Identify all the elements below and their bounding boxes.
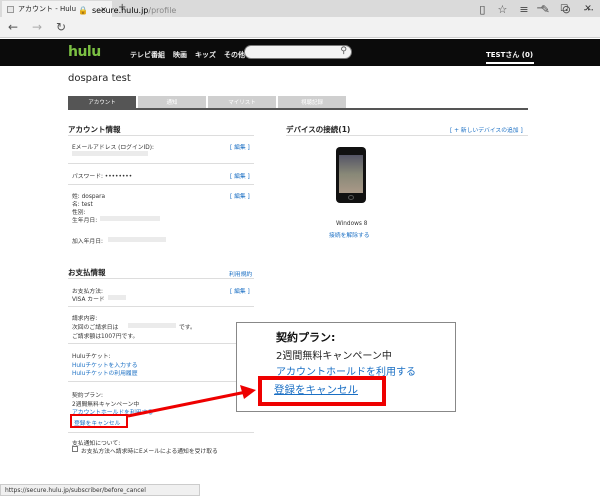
user-underline [486,62,534,64]
address-bar[interactable]: 🔒 secure.hulu.jp/profile [78,3,438,18]
email-value [72,151,148,156]
divider [68,184,254,185]
hulu-logo[interactable]: hulu [68,44,101,60]
url-host: secure.hulu.jp [91,6,149,15]
joined-row: 加入年月日: [72,239,103,245]
tab-notifications[interactable]: 通知 [138,96,206,108]
callout-cancel-link[interactable]: 登録をキャンセル [274,382,358,397]
notify-checkbox-label: お支払方法へ請求時にEメールによる通知を受け取る [81,449,218,455]
divider [68,306,254,307]
terms-link[interactable]: 利用規約 [229,269,252,278]
tab-mylist[interactable]: マイリスト [208,96,276,108]
ticket-history-link[interactable]: Huluチケットの利用履歴 [72,368,138,377]
favorite-star-icon[interactable]: ☆ [497,3,507,16]
browser-toolbar: ▯ ☆ ≡ ✎ ⊙ ⋯ [479,3,594,16]
search-icon[interactable]: ⚲ [340,46,347,56]
email-label: Eメールアドレス (ログインID): [72,145,154,151]
account-info-heading: アカウント情報 [68,125,121,134]
billing-heading: お支払情報 [68,268,106,277]
unlink-device-link[interactable]: 接続を解除する [329,230,370,239]
billing-amount-text: ご請求額は1007円です。 [72,334,139,340]
page-icon [7,5,14,13]
nav-other[interactable]: その他 [224,50,245,60]
main-nav: テレビ番組 映画 キッズ その他 [130,50,245,60]
web-note-icon[interactable]: ✎ [541,3,550,16]
next-billing-text: 次回のご請求日は [72,325,119,331]
birthdate-row: 生年月日: [72,218,98,224]
tab-title: アカウント - Hulu [18,5,77,13]
account-tabs: アカウント 通知 マイリスト 視聴記録 [68,96,346,108]
divider [68,163,254,164]
forward-icon[interactable]: → [32,20,42,34]
edit-profile-link[interactable]: [ 編集 ] [230,191,250,200]
ticket-label: Huluチケット: [72,354,111,360]
divider [286,135,528,136]
status-bar-url: https://secure.hulu.jp/subscriber/before… [0,484,200,496]
payment-method-value: VISA カード [72,297,105,303]
edit-email-link[interactable]: [ 編集 ] [230,142,250,151]
user-menu[interactable]: TESTさん (0) [486,50,533,60]
edit-password-link[interactable]: [ 編集 ] [230,171,250,180]
nav-kids[interactable]: キッズ [195,50,216,60]
back-icon[interactable]: ← [8,20,18,34]
divider [68,343,254,344]
cancel-highlight-box [70,414,128,428]
plan-label: 契約プラン: [72,393,103,399]
divider [68,381,254,382]
reading-view-icon[interactable]: ▯ [479,3,485,16]
birthdate-value [100,216,160,221]
device-phone-image [336,147,366,203]
password-label: パスワード: •••••••• [72,174,133,180]
joined-value [108,237,166,242]
devices-heading: デバイスの接続(1) [286,125,351,134]
search-input[interactable]: ⚲ [244,45,352,59]
share-icon[interactable]: ⊙ [562,3,571,16]
divider [68,278,254,279]
next-billing-date [128,323,176,328]
divider [68,432,254,433]
refresh-icon[interactable]: ↻ [56,20,66,34]
navigation-bar: ← → ↻ [0,17,600,38]
callout-plan-value: 2週間無料キャンペーン中 [276,351,392,362]
tab-account[interactable]: アカウント [68,96,136,108]
notify-checkbox[interactable] [72,446,78,452]
device-name: Windows 8 [336,221,368,227]
tab-history[interactable]: 視聴記録 [278,96,346,108]
url-path: /profile [148,6,177,15]
callout-plan-label: 契約プラン: [276,331,336,344]
next-billing-suffix: です。 [179,325,196,331]
lock-icon: 🔒 [78,6,88,15]
hub-icon[interactable]: ≡ [519,3,528,16]
edit-payment-link[interactable]: [ 編集 ] [230,286,250,295]
more-icon[interactable]: ⋯ [583,3,594,16]
nav-movies[interactable]: 映画 [173,50,187,60]
billing-details-label: 請求内容: [72,316,98,322]
tab-underline [68,108,528,110]
nav-tv[interactable]: テレビ番組 [130,50,165,60]
card-number-value [108,295,126,300]
divider [68,135,254,136]
add-device-link[interactable]: [ + 新しいデバイスの追加 ] [450,125,523,134]
page-title: dospara test [68,73,131,84]
